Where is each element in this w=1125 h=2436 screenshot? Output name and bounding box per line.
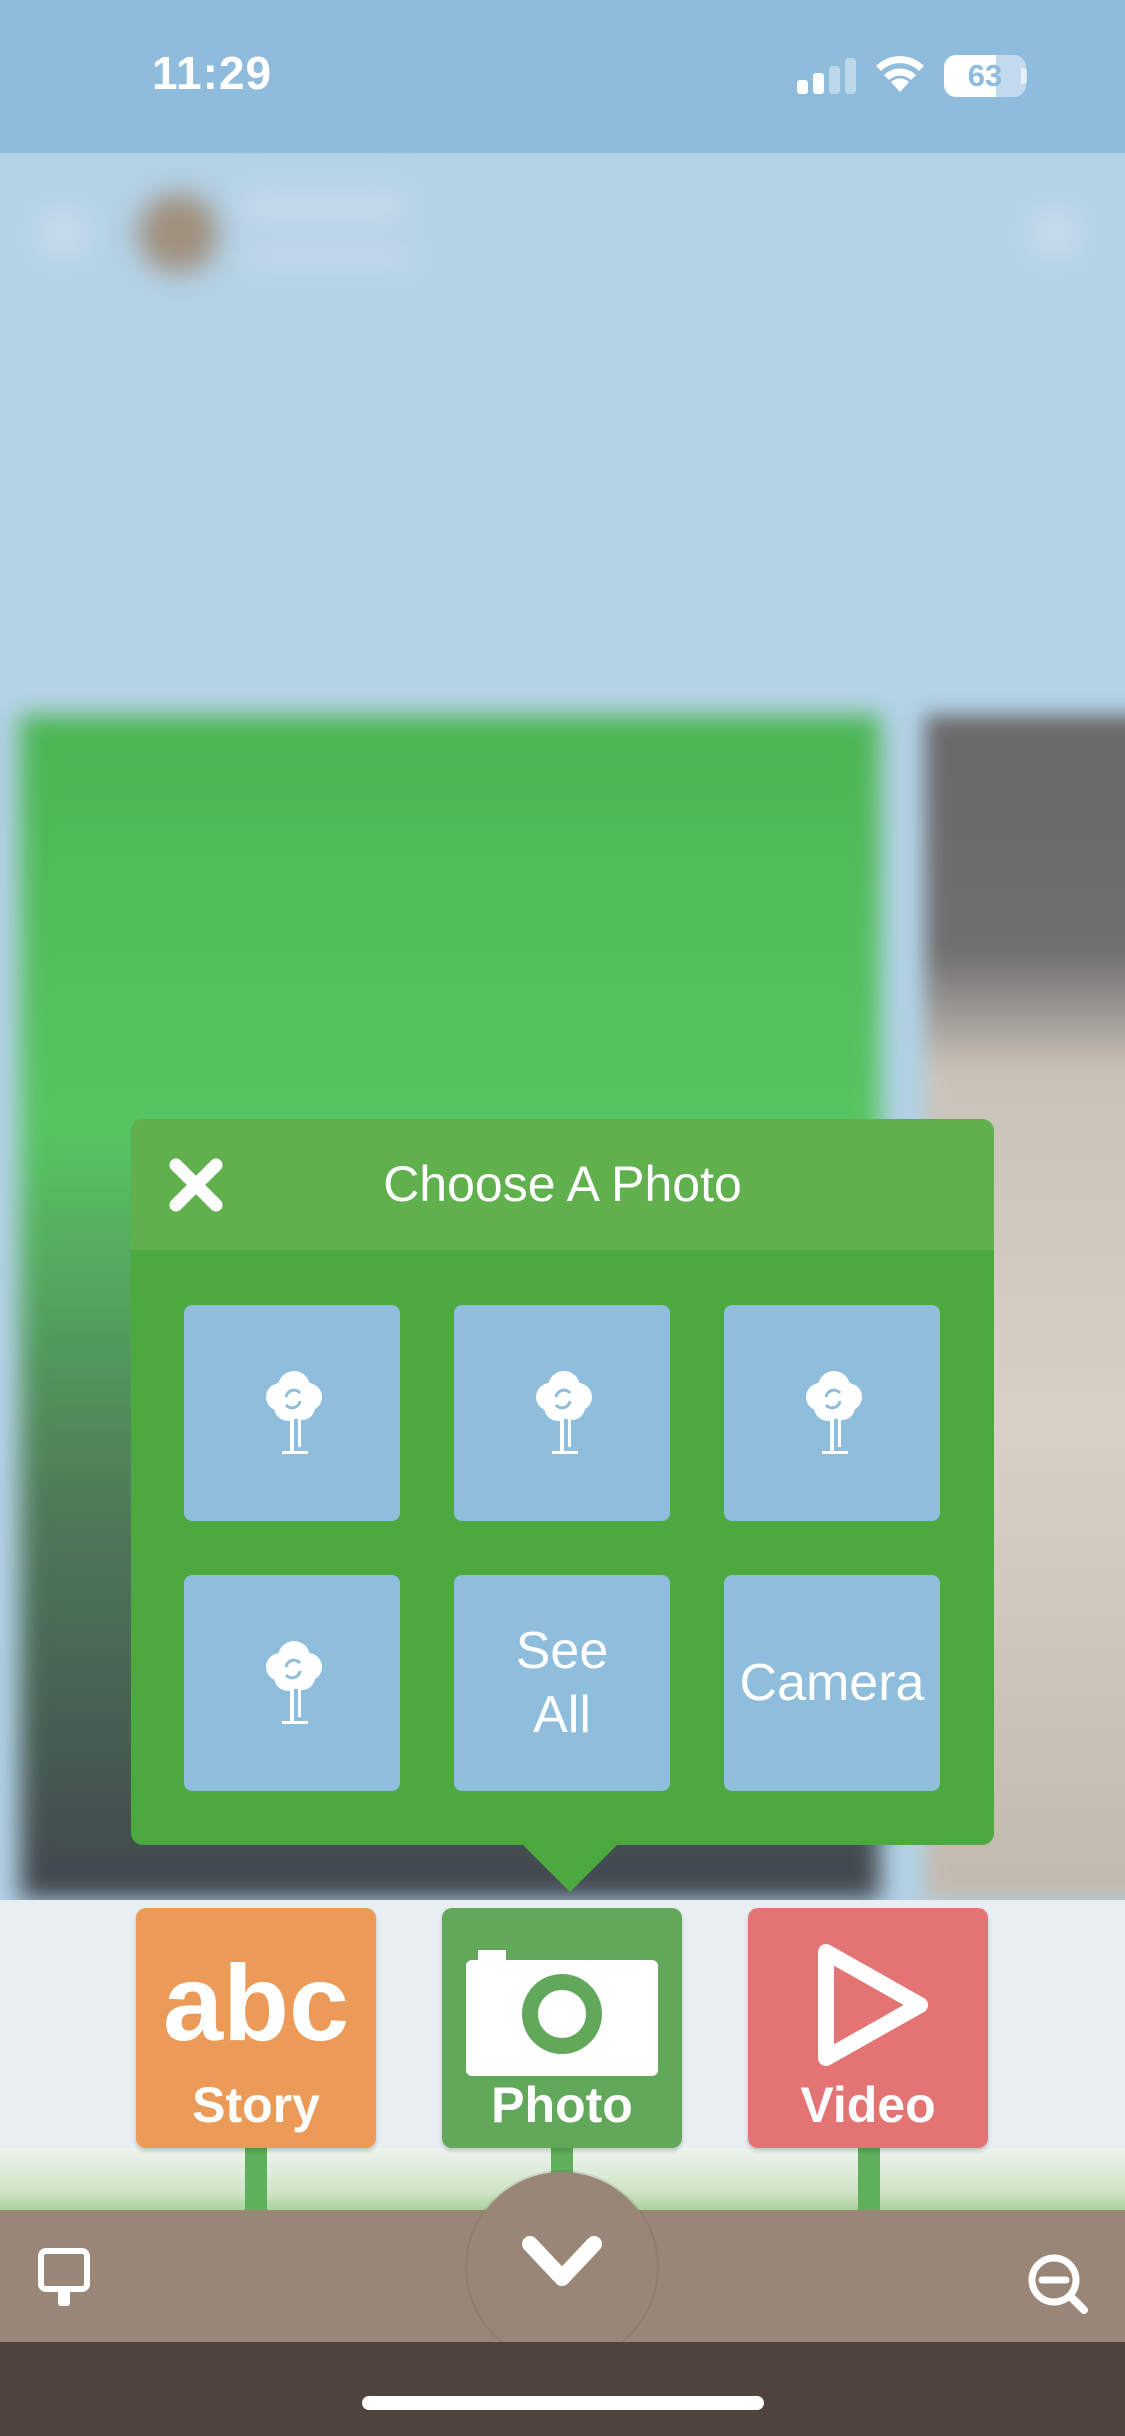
photo-loading-icon — [266, 1371, 322, 1454]
story-label: Story — [192, 2077, 320, 2133]
blurred-avatar — [138, 193, 218, 273]
svg-text:abc: abc — [163, 1942, 349, 2063]
camera-icon — [466, 1950, 658, 2076]
cellular-signal-icon — [797, 58, 857, 94]
zoom-out-icon[interactable] — [1026, 2252, 1090, 2316]
video-stem — [858, 2148, 880, 2210]
see-all-label: See All — [454, 1575, 670, 1791]
photo-tile-4[interactable] — [184, 1575, 400, 1791]
status-bar: 11:29 63 — [0, 0, 1125, 153]
abc-icon: abc — [163, 1942, 349, 2063]
blurred-right-icon — [1030, 208, 1080, 258]
battery-tip — [1021, 68, 1027, 84]
story-button[interactable]: abc Story — [136, 1908, 376, 2148]
app-screen: 11:29 63 Choose A Photo See All Camera a… — [0, 0, 1125, 2436]
chevron-down-icon — [522, 2236, 602, 2286]
home-indicator[interactable] — [362, 2396, 764, 2410]
popup-header: Choose A Photo — [131, 1119, 994, 1250]
camera-label: Camera — [739, 1654, 925, 1712]
photo-tile-3[interactable] — [724, 1305, 940, 1521]
photo-loading-icon — [266, 1641, 322, 1724]
photo-label: Photo — [491, 2077, 633, 2133]
close-icon[interactable] — [166, 1155, 226, 1215]
battery-percent: 63 — [967, 58, 1003, 93]
photo-button[interactable]: Photo — [442, 1908, 682, 2148]
photo-tile-2[interactable] — [454, 1305, 670, 1521]
photo-tile-1[interactable] — [184, 1305, 400, 1521]
blurred-name — [240, 191, 410, 225]
collapse-button[interactable] — [467, 2172, 657, 2362]
see-all-line-2: All — [533, 1686, 591, 1744]
play-icon — [818, 1944, 928, 2066]
blurred-subtitle — [240, 245, 420, 267]
popup-title: Choose A Photo — [383, 1156, 742, 1212]
wifi-icon — [876, 56, 924, 92]
video-button[interactable]: Video — [748, 1908, 988, 2148]
battery-icon: 63 — [944, 55, 1026, 97]
see-all-button[interactable]: See All — [454, 1575, 670, 1791]
home-indicator-area — [0, 2342, 1125, 2436]
popup-pointer — [520, 1842, 620, 1892]
status-time: 11:29 — [152, 47, 273, 99]
photo-loading-icon — [806, 1371, 862, 1454]
see-all-line-1: See — [515, 1622, 609, 1680]
story-stem — [245, 2148, 267, 2210]
choose-photo-popup: Choose A Photo See All Camera — [131, 1119, 994, 1845]
background-header — [0, 153, 1125, 713]
video-label: Video — [800, 2077, 936, 2133]
pin-icon[interactable] — [38, 2248, 90, 2308]
blurred-menu-icon — [38, 208, 88, 258]
camera-button[interactable]: Camera — [724, 1575, 940, 1791]
photo-loading-icon — [536, 1371, 592, 1454]
